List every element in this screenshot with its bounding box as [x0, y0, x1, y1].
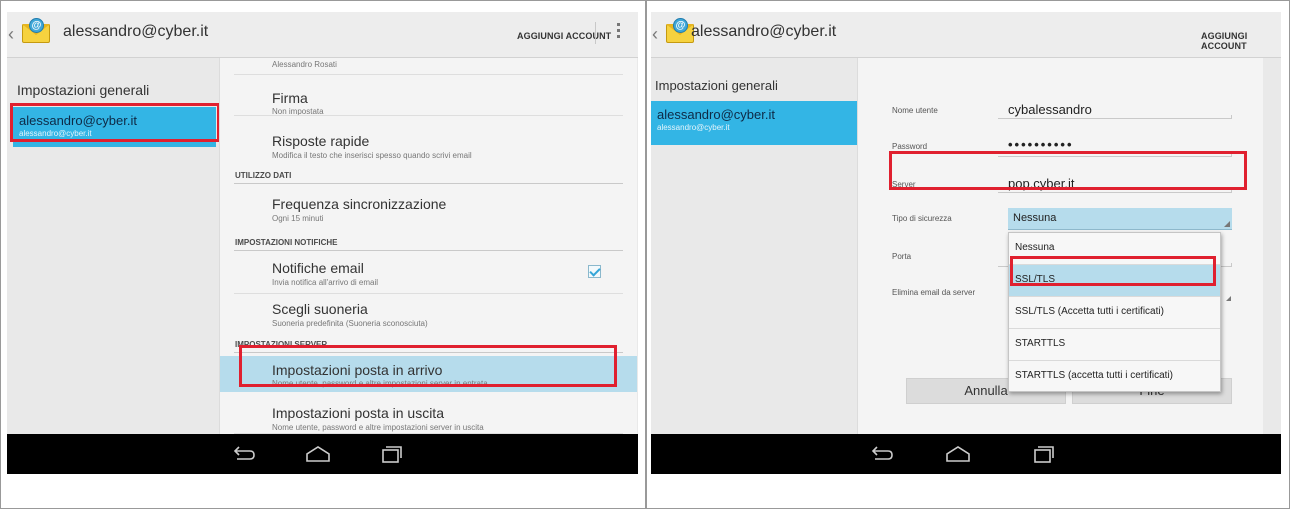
overflow-menu-icon[interactable] [617, 23, 621, 41]
sidebar-item-account[interactable]: alessandro@cyber.it alessandro@cyber.it [651, 101, 857, 145]
pref-notif-summary: Invia notifica all'arrivo di email [272, 278, 379, 287]
security-type-value: Nessuna [1013, 212, 1057, 224]
category-data-usage: UTILIZZO DATI [235, 171, 292, 180]
add-account-button[interactable]: AGGIUNGI ACCOUNT [517, 31, 611, 41]
pref-sync-summary: Ogni 15 minuti [272, 214, 324, 223]
sidebar-account-email: alessandro@cyber.it [657, 123, 730, 132]
pref-ringtone-summary: Suoneria predefinita (Suoneria sconosciu… [272, 319, 428, 328]
port-label: Porta [892, 252, 912, 261]
up-caret-icon[interactable]: ‹ [8, 24, 14, 45]
pref-sync-title: Frequenza sincronizzazione [272, 196, 447, 212]
pref-notif-title: Notifiche email [272, 260, 364, 276]
notifications-checkbox[interactable] [588, 265, 601, 278]
action-bar: ‹ @ alessandro@cyber.it AGGIUNGI ACCOUNT [7, 12, 638, 58]
dropdown-option-starttls[interactable]: STARTTLS [1009, 329, 1220, 361]
pref-quick-title: Risposte rapide [272, 133, 370, 149]
pref-quick-summary: Modifica il testo che inserisci spesso q… [272, 151, 472, 160]
navigation-bar [651, 434, 1281, 474]
pref-outgoing-title: Impostazioni posta in uscita [272, 405, 444, 421]
add-account-button[interactable]: AGGIUNGI ACCOUNT [1201, 31, 1281, 51]
home-icon[interactable] [305, 443, 331, 465]
highlight-box-incoming [239, 345, 617, 387]
password-input[interactable]: •••••••••• [1008, 137, 1074, 152]
highlight-box-ssl-tls [1010, 256, 1216, 286]
dropdown-option-starttls-all-certs[interactable]: STARTTLS (accetta tutti i certificati) [1009, 361, 1220, 393]
recent-apps-icon[interactable] [1029, 443, 1055, 465]
sidebar-account-name: alessandro@cyber.it [657, 107, 775, 122]
pref-quick-responses[interactable]: Risposte rapide Modifica il testo che in… [220, 116, 637, 161]
tablet-screen-right: ‹ @ alessandro@cyber.it AGGIUNGI ACCOUNT… [651, 12, 1281, 474]
account-title: alessandro@cyber.it [691, 23, 837, 40]
home-icon[interactable] [945, 443, 971, 465]
security-type-label: Tipo di sicurezza [892, 214, 952, 223]
pref-outgoing-settings[interactable]: Impostazioni posta in uscita Nome utente… [220, 392, 637, 434]
sidebar-item-general-settings[interactable]: Impostazioni generali [655, 78, 778, 93]
up-caret-icon[interactable]: ‹ [652, 24, 658, 45]
pref-signature-title: Firma [272, 90, 308, 106]
pref-email-notifications[interactable]: Notifiche email Invia notifica all'arriv… [220, 251, 637, 293]
username-input[interactable]: cybalessandro [1008, 102, 1092, 117]
pref-partial-summary: Alessandro Rosati [272, 60, 337, 69]
tablet-screen-left: ‹ @ alessandro@cyber.it AGGIUNGI ACCOUNT… [7, 12, 638, 474]
dropdown-arrow-icon [1226, 296, 1231, 301]
pref-outgoing-summary: Nome utente, password e altre impostazio… [272, 423, 484, 432]
back-icon[interactable] [231, 443, 257, 465]
account-title: alessandro@cyber.it [63, 23, 209, 40]
recent-apps-icon[interactable] [377, 443, 403, 465]
action-bar: ‹ @ alessandro@cyber.it AGGIUNGI ACCOUNT [651, 12, 1281, 58]
email-app-icon[interactable]: @ [20, 18, 52, 46]
pref-sync-frequency[interactable]: Frequenza sincronizzazione Ogni 15 minut… [220, 184, 637, 228]
left-screenshot-panel: ‹ @ alessandro@cyber.it AGGIUNGI ACCOUNT… [0, 0, 646, 509]
dropdown-option-ssl-tls-all-certs[interactable]: SSL/TLS (Accetta tutti i certificati) [1009, 297, 1220, 329]
pref-signature[interactable]: Firma Non impostata [220, 75, 637, 116]
dropdown-arrow-icon [1224, 221, 1230, 227]
action-bar-divider [595, 22, 596, 44]
pref-ringtone[interactable]: Scegli suoneria Suoneria predefinita (Su… [220, 294, 637, 334]
navigation-bar [7, 434, 638, 474]
category-notifications: IMPOSTAZIONI NOTIFICHE [235, 238, 338, 247]
highlight-box-server [889, 151, 1247, 190]
right-screenshot-panel: ‹ @ alessandro@cyber.it AGGIUNGI ACCOUNT… [646, 0, 1290, 509]
security-type-select[interactable]: Nessuna [1008, 208, 1232, 230]
password-label: Password [892, 142, 928, 151]
highlight-box-account [10, 103, 220, 142]
sidebar-item-general-settings[interactable]: Impostazioni generali [17, 82, 149, 98]
back-icon[interactable] [869, 443, 895, 465]
pref-ringtone-title: Scegli suoneria [272, 301, 368, 317]
delete-from-server-label: Elimina email da server [892, 288, 976, 297]
username-label: Nome utente [892, 106, 938, 115]
